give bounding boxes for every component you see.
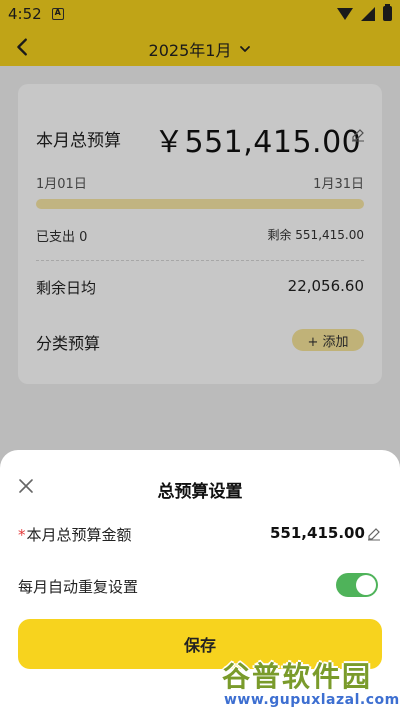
watermark-url: www.gupuxlazal.com — [224, 692, 400, 708]
amount-value[interactable]: 551,415.00 — [270, 524, 365, 542]
required-mark: * — [18, 526, 26, 544]
repeat-toggle[interactable] — [336, 573, 378, 597]
repeat-setting-label: 每月自动重复设置 — [18, 578, 139, 596]
save-label: 保存 — [183, 636, 216, 655]
amount-label-text: 本月总预算金额 — [26, 526, 132, 544]
amount-label: *本月总预算金额 — [18, 524, 132, 545]
edit-icon[interactable] — [367, 527, 381, 541]
watermark-text: 谷普软件园 — [222, 660, 373, 693]
toggle-knob — [356, 575, 376, 595]
watermark: 谷普软件园 www.gupuxlazal.com — [222, 655, 400, 712]
sheet-title: 总预算设置 — [157, 482, 243, 502]
